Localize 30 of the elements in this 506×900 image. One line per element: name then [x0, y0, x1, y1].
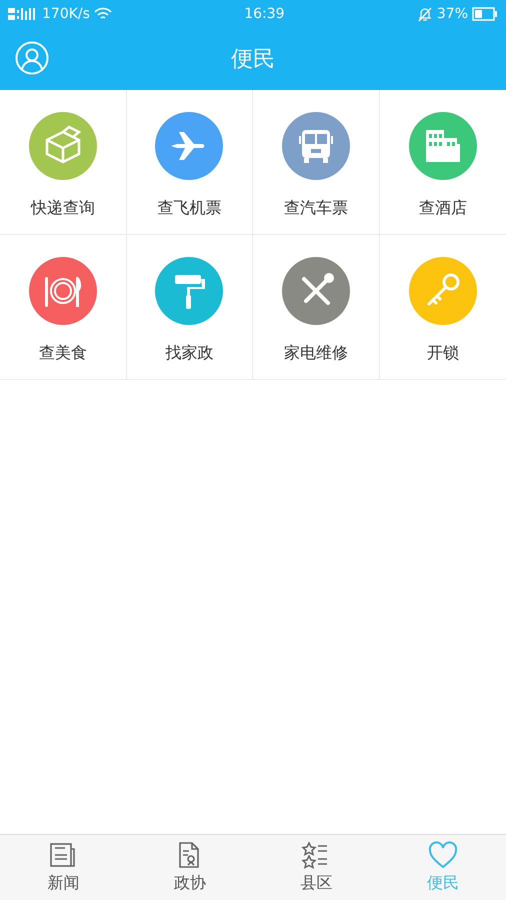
service-item[interactable]: 查美食: [0, 235, 126, 380]
service-label: 快递查询: [30, 197, 95, 219]
service-label: 查酒店: [418, 197, 467, 219]
battery-icon: [472, 7, 498, 21]
service-item[interactable]: 开锁: [380, 235, 506, 380]
service-item[interactable]: 查酒店: [380, 90, 506, 235]
heart-icon: [428, 841, 458, 869]
service-label: 开锁: [426, 342, 459, 364]
service-item[interactable]: 查汽车票: [253, 90, 380, 235]
service-item[interactable]: 快递查询: [0, 90, 126, 235]
service-label: 查美食: [38, 342, 87, 364]
wifi-icon: [94, 7, 112, 21]
page-title: 便民: [231, 46, 275, 74]
tab-button[interactable]: 新闻: [0, 835, 126, 900]
avatar-icon: [15, 41, 49, 75]
tab-button[interactable]: 县区: [253, 835, 380, 900]
bell-off-icon: [416, 6, 433, 22]
service-label: 家电维修: [284, 342, 348, 364]
profile-button[interactable]: [15, 41, 49, 75]
signal-icon: [8, 6, 38, 22]
service-item[interactable]: 找家政: [126, 235, 253, 380]
battery-level: 37%: [436, 4, 468, 24]
service-item[interactable]: 查飞机票: [126, 90, 253, 235]
service-label: 找家政: [165, 342, 214, 364]
service-label: 查飞机票: [157, 197, 222, 219]
tab-button[interactable]: 政协: [126, 835, 253, 900]
status-time: 16:39: [243, 4, 286, 24]
service-label: 查汽车票: [284, 197, 348, 219]
network-speed: 170K/s: [42, 4, 90, 24]
service-item[interactable]: 家电维修: [253, 235, 380, 380]
